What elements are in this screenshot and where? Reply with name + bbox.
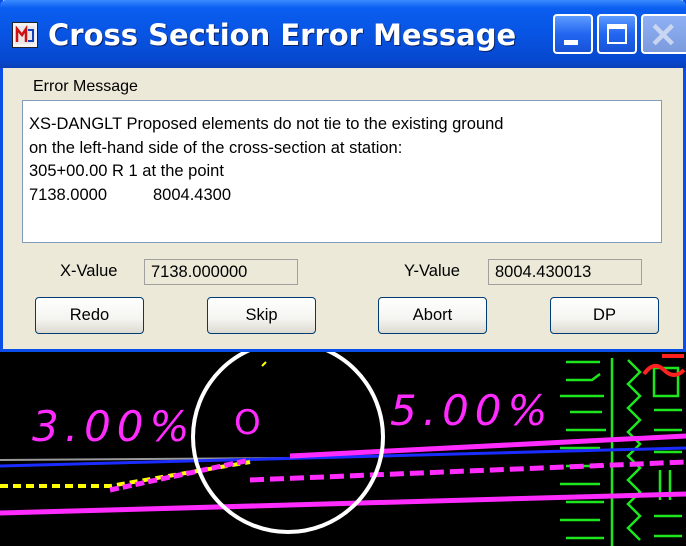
screen: 3.00% 5.00% O Cross Section Error Messag…: [0, 0, 686, 546]
redo-button[interactable]: Redo: [35, 297, 144, 334]
minimize-button[interactable]: [553, 14, 593, 54]
maximize-button[interactable]: [597, 14, 637, 54]
y-value-field: 8004.430013: [488, 259, 642, 285]
message-line: 305+00.00 R 1 at the point: [29, 162, 224, 180]
maximize-icon: [607, 24, 627, 44]
x-value-field: 7138.000000: [144, 259, 298, 285]
message-coordinates-line: 7138.0000 8004.4300: [29, 184, 661, 208]
dp-button[interactable]: DP: [550, 297, 659, 334]
message-line: XS-DANGLT Proposed elements do not tie t…: [29, 115, 504, 133]
y-value-label: Y-Value: [404, 262, 460, 280]
skip-button[interactable]: Skip: [207, 297, 316, 334]
error-message-text[interactable]: XS-DANGLT Proposed elements do not tie t…: [22, 100, 662, 243]
error-message-label: Error Message: [33, 78, 138, 95]
left-slope-label: 3.00%: [32, 402, 196, 451]
message-coord-x: 7138.0000: [29, 185, 107, 204]
abort-button[interactable]: Abort: [378, 297, 487, 334]
x-value-label: X-Value: [60, 262, 118, 280]
close-button[interactable]: ✕: [641, 14, 686, 54]
title-bar[interactable]: Cross Section Error Message ✕: [0, 0, 686, 68]
minimize-icon: [564, 40, 578, 45]
window-title: Cross Section Error Message: [48, 18, 517, 52]
message-line: on the left-hand side of the cross-secti…: [29, 138, 403, 157]
right-slope-label: 5.00%: [390, 386, 554, 435]
marker-label: O: [234, 403, 261, 443]
close-icon: ✕: [649, 17, 678, 55]
microstation-app-icon: [12, 22, 38, 48]
error-dialog: Cross Section Error Message ✕ Error Mess…: [0, 0, 686, 352]
message-coord-y: 8004.4300: [153, 185, 231, 204]
